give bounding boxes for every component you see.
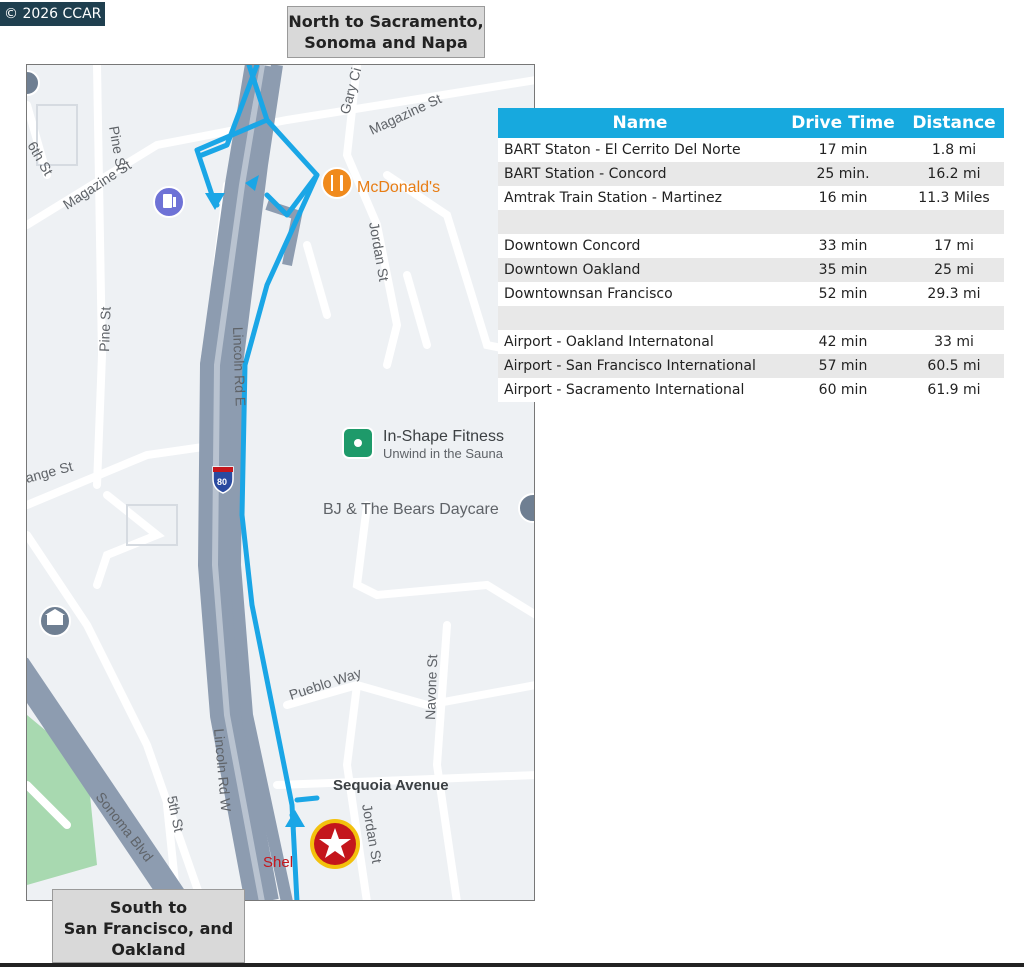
cell-name: Downtown Oakland (498, 258, 782, 282)
table-row: Airport - San Francisco International 57 … (498, 354, 1004, 378)
cell-distance: 61.9 mi (904, 378, 1004, 402)
cell-distance: 1.8 mi (904, 138, 1004, 162)
cell-time: 16 min (782, 186, 904, 210)
poi-label-mcdonalds: McDonald's (357, 179, 440, 196)
cell-name: Downtown Concord (498, 234, 782, 258)
gas-station-icon[interactable] (153, 186, 185, 218)
poi-label-inshape: In-Shape Fitness (383, 428, 504, 445)
table-row: Amtrak Train Station - Martinez 16 min 11.… (498, 186, 1004, 210)
street-label-navone-st: Navone St (422, 654, 440, 720)
daycare-icon[interactable] (518, 493, 535, 523)
cell-distance: 16.2 mi (904, 162, 1004, 186)
col-header-name: Name (498, 108, 782, 138)
street-label-lincoln-rd-e: Lincoln Rd E (230, 327, 249, 407)
cell-distance (904, 210, 1004, 234)
cell-name: BART Station - Concord (498, 162, 782, 186)
cell-time: 60 min (782, 378, 904, 402)
table-header-row: Name Drive Time Distance (498, 108, 1004, 138)
cell-distance: 25 mi (904, 258, 1004, 282)
table-row-spacer (498, 210, 1004, 234)
cell-name (498, 210, 782, 234)
street-label-sonoma-blvd: Sonoma Blvd (93, 789, 157, 864)
route-arrow-up (285, 810, 305, 827)
street-label-pine-st-2: Pine St (96, 306, 114, 352)
route-map[interactable]: Pine St Pine St 6th St Magazine St Magaz… (26, 64, 535, 901)
street-label-6th-st: 6th St (27, 139, 57, 179)
poi-label-inshape-sub: Unwind in the Sauna (383, 446, 504, 461)
table-row: BART Station - Concord 25 min. 16.2 mi (498, 162, 1004, 186)
table-row: Downtown Concord 33 min 17 mi (498, 234, 1004, 258)
north-direction-label: North to Sacramento, Sonoma and Napa (287, 6, 485, 58)
cell-distance: 60.5 mi (904, 354, 1004, 378)
cell-time: 33 min (782, 234, 904, 258)
bottom-divider (0, 963, 1024, 967)
cell-name (498, 306, 782, 330)
north-label-line2: Sonoma and Napa (304, 33, 468, 52)
south-label-line3: Oakland (111, 940, 186, 959)
cell-time (782, 210, 904, 234)
cell-name: Airport - San Francisco International (498, 354, 782, 378)
poi-label-shell: Shel (263, 854, 293, 871)
cell-time (782, 306, 904, 330)
table-row: BART Staton - El Cerrito Del Norte 17 min… (498, 138, 1004, 162)
south-direction-label: South to San Francisco, and Oakland (52, 889, 245, 963)
museum-icon[interactable] (39, 605, 71, 637)
cell-time: 25 min. (782, 162, 904, 186)
cell-time: 17 min (782, 138, 904, 162)
cell-distance: 17 mi (904, 234, 1004, 258)
south-label-line2: San Francisco, and (63, 919, 234, 938)
street-label-sequoia-ave: Sequoia Avenue (333, 777, 449, 794)
fitness-icon[interactable] (342, 427, 374, 459)
table-row: Airport - Oakland Internatonal 42 min 33 m… (498, 330, 1004, 354)
cell-time: 35 min (782, 258, 904, 282)
col-header-drive-time: Drive Time (782, 108, 904, 138)
table-row-spacer (498, 306, 1004, 330)
star-marker-icon[interactable] (310, 819, 360, 869)
cell-distance: 29.3 mi (904, 282, 1004, 306)
cell-distance: 33 mi (904, 330, 1004, 354)
table-row: Downtownsan Francisco 52 min 29.3 mi (498, 282, 1004, 306)
cell-time: 57 min (782, 354, 904, 378)
restaurant-icon[interactable] (321, 167, 353, 199)
table-row: Airport - Sacramento International 60 min… (498, 378, 1004, 402)
table-row: Downtown Oakland 35 min 25 mi (498, 258, 1004, 282)
cell-name: Airport - Oakland Internatonal (498, 330, 782, 354)
south-label-line1: South to (109, 898, 188, 917)
col-header-distance: Distance (904, 108, 1004, 138)
poi-icon[interactable] (27, 70, 40, 96)
highway-shield-label: 80 (217, 477, 227, 487)
cell-distance (904, 306, 1004, 330)
cell-name: Downtownsan Francisco (498, 282, 782, 306)
drive-distance-table: Name Drive Time Distance BART Staton - E… (498, 108, 1004, 402)
poi-label-bj-bears: BJ & The Bears Daycare (323, 501, 499, 518)
cell-name: BART Staton - El Cerrito Del Norte (498, 138, 782, 162)
cell-name: Airport - Sacramento International (498, 378, 782, 402)
cell-name: Amtrak Train Station - Martinez (498, 186, 782, 210)
map-canvas: Pine St Pine St 6th St Magazine St Magaz… (27, 65, 535, 900)
copyright-notice: © 2026 CCAR (0, 2, 106, 26)
street-label-range-st: ange St (27, 458, 75, 486)
cell-time: 42 min (782, 330, 904, 354)
cell-time: 52 min (782, 282, 904, 306)
cell-distance: 11.3 Miles (904, 186, 1004, 210)
north-label-line1: North to Sacramento, (288, 12, 484, 31)
street-label-jordan-st-1: Jordan St (366, 221, 392, 283)
